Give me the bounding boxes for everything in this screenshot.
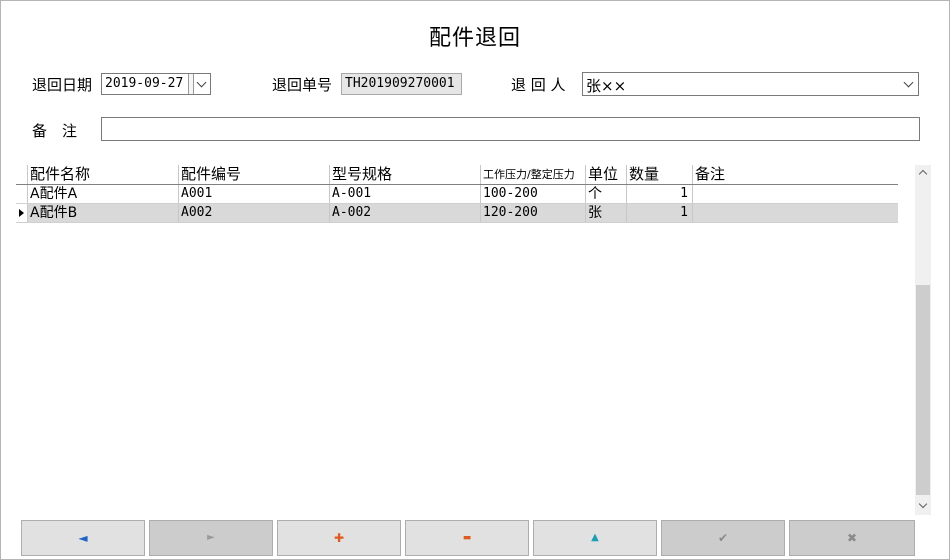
column-header-name[interactable]: 配件名称 bbox=[27, 165, 178, 184]
chevron-down-icon bbox=[196, 77, 207, 88]
return-no-field[interactable]: TH201909270001 bbox=[341, 73, 462, 95]
arrow-left-icon: ◄ bbox=[78, 531, 88, 545]
date-dropdown-button[interactable] bbox=[188, 74, 210, 94]
cell-unit[interactable]: 张 bbox=[585, 204, 626, 222]
table-row[interactable]: A配件B A002 A-002 120-200 张 1 bbox=[16, 204, 898, 223]
remark-label: 备 注 bbox=[32, 122, 78, 140]
cell-qty[interactable]: 1 bbox=[626, 204, 692, 222]
remark-input[interactable] bbox=[101, 117, 920, 141]
cell-name[interactable]: A配件B bbox=[27, 204, 178, 222]
returner-label: 退 回 人 bbox=[511, 76, 566, 94]
column-header-remark[interactable]: 备注 bbox=[692, 165, 898, 184]
cell-unit[interactable]: 个 bbox=[585, 185, 626, 203]
close-icon: ✖ bbox=[846, 531, 858, 545]
column-header-unit[interactable]: 单位 bbox=[585, 165, 626, 184]
return-date-value: 2019-09-27 bbox=[105, 76, 184, 91]
next-button[interactable]: ► bbox=[149, 520, 273, 556]
parts-grid: 配件名称 配件编号 型号规格 工作压力/整定压力 单位 数量 备注 A配件A A… bbox=[16, 165, 898, 223]
chevron-down-icon[interactable] bbox=[903, 77, 914, 88]
prev-button[interactable]: ◄ bbox=[21, 520, 145, 556]
grid-vertical-scrollbar[interactable] bbox=[915, 165, 931, 515]
page-title: 配件退回 bbox=[428, 26, 521, 51]
arrow-right-icon: ► bbox=[207, 532, 215, 543]
return-no-value: TH201909270001 bbox=[345, 76, 455, 91]
cell-model[interactable]: A-001 bbox=[329, 185, 480, 203]
returner-select[interactable]: 张×× bbox=[582, 72, 919, 96]
returner-value: 张×× bbox=[586, 77, 627, 95]
check-icon: ✔ bbox=[717, 531, 729, 545]
scroll-down-icon[interactable] bbox=[918, 499, 928, 509]
cell-pressure[interactable]: 100-200 bbox=[480, 185, 585, 203]
row-header[interactable] bbox=[16, 204, 27, 222]
cell-model[interactable]: A-002 bbox=[329, 204, 480, 222]
column-header-qty[interactable]: 数量 bbox=[626, 165, 692, 184]
cancel-button[interactable]: ✖ bbox=[789, 520, 915, 556]
grid-header-row: 配件名称 配件编号 型号规格 工作压力/整定压力 单位 数量 备注 bbox=[16, 165, 898, 185]
triangle-up-icon: ▲ bbox=[591, 532, 599, 543]
cell-name[interactable]: A配件A bbox=[27, 185, 178, 203]
cell-remark[interactable] bbox=[692, 204, 898, 222]
scroll-up-icon[interactable] bbox=[918, 169, 928, 179]
return-no-label: 退回单号 bbox=[272, 76, 333, 94]
bottom-toolbar: ◄ ► ✚ ▬ ▲ ✔ ✖ bbox=[21, 520, 915, 556]
column-header-model[interactable]: 型号规格 bbox=[329, 165, 480, 184]
table-row[interactable]: A配件A A001 A-001 100-200 个 1 bbox=[16, 185, 898, 204]
return-date-picker[interactable]: 2019-09-27 bbox=[101, 73, 211, 95]
confirm-button[interactable]: ✔ bbox=[661, 520, 785, 556]
return-date-label: 退回日期 bbox=[32, 76, 93, 94]
row-pointer-icon bbox=[19, 209, 24, 217]
cell-code[interactable]: A002 bbox=[178, 204, 329, 222]
cell-qty[interactable]: 1 bbox=[626, 185, 692, 203]
add-button[interactable]: ✚ bbox=[277, 520, 401, 556]
scrollbar-thumb[interactable] bbox=[916, 285, 930, 495]
move-up-button[interactable]: ▲ bbox=[533, 520, 657, 556]
cell-remark[interactable] bbox=[692, 185, 898, 203]
delete-button[interactable]: ▬ bbox=[405, 520, 529, 556]
plus-icon: ✚ bbox=[333, 531, 345, 545]
row-header[interactable] bbox=[16, 185, 27, 203]
column-header-code[interactable]: 配件编号 bbox=[178, 165, 329, 184]
column-header-pressure[interactable]: 工作压力/整定压力 bbox=[480, 165, 585, 184]
cell-pressure[interactable]: 120-200 bbox=[480, 204, 585, 222]
minus-icon: ▬ bbox=[462, 533, 472, 543]
cell-code[interactable]: A001 bbox=[178, 185, 329, 203]
